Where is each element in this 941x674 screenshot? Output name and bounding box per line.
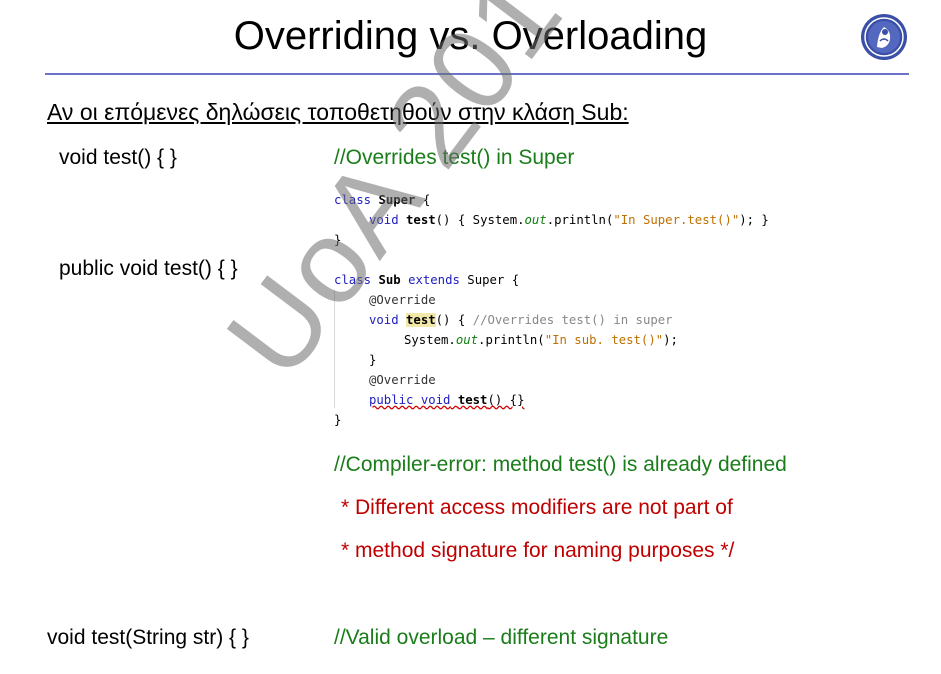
error-explanation-line1: * Different access modifiers are not par… [341, 496, 733, 519]
code-text: Super { [459, 273, 520, 287]
code-block-sub: class Sub extends Super { @Override void… [334, 270, 678, 430]
slide-title: Overriding vs. Overloading [233, 14, 708, 58]
code-field: out [524, 213, 547, 227]
code-class-name: Super [378, 193, 416, 207]
code-error-underline: public void test() {} [369, 393, 525, 407]
code-string: "In Super.test()" [613, 213, 740, 227]
code-text: () { System. [435, 213, 525, 227]
code-line: System.out.println("In sub. test()"); [334, 330, 678, 350]
code-line: void test() { System.out.println("In Sup… [334, 210, 769, 230]
code-keyword: public void [369, 393, 451, 407]
code-line: } [334, 413, 342, 427]
code-line: public void test() {} [334, 390, 678, 410]
code-annotation: @Override [369, 373, 436, 387]
code-text: .println( [478, 333, 545, 347]
code-text: System. [404, 333, 456, 347]
code-keyword: void [369, 213, 399, 227]
code-text: () { [435, 313, 473, 327]
declaration-void-test: void test() { } [59, 146, 177, 169]
code-keyword: void [369, 313, 399, 327]
code-method-name: test [457, 393, 488, 407]
code-line: } [369, 353, 377, 367]
code-text: ); } [739, 213, 769, 227]
code-annotation: @Override [369, 293, 436, 307]
error-explanation-line2: * method signature for naming purposes *… [341, 539, 735, 562]
declaration-public-void-test: public void test() { } [59, 257, 238, 280]
code-line: class Sub extends Super { [334, 270, 678, 290]
code-line: void test() { //Overrides test() in supe… [334, 310, 678, 330]
code-class-name: Sub [378, 273, 401, 287]
code-text: .println( [546, 213, 614, 227]
code-line: } [334, 233, 342, 247]
code-method-name: test [406, 213, 436, 227]
code-text: ); [663, 333, 678, 347]
code-text: () {} [487, 393, 525, 407]
title-divider [45, 73, 909, 75]
code-field: out [455, 333, 479, 347]
compiler-error-comment: //Compiler-error: method test() is alrea… [334, 453, 787, 476]
declaration-overload: void test(String str) { } [47, 626, 249, 649]
overload-comment: //Valid overload – different signature [334, 626, 669, 649]
code-method-name: test [406, 313, 436, 327]
code-comment: //Overrides test() in super [472, 313, 673, 327]
code-keyword: extends [408, 273, 460, 287]
intro-text: Αν οι επόμενες δηλώσεις τοποθετηθούν στη… [47, 99, 629, 125]
code-keyword: class [334, 273, 372, 287]
override-comment: //Overrides test() in Super [334, 146, 575, 169]
code-keyword: class [334, 193, 372, 207]
code-line: class Super { [334, 190, 769, 210]
code-block-super: class Super { void test() { System.out.p… [334, 190, 769, 250]
code-text: { [415, 193, 431, 207]
code-string: "In sub. test()" [544, 333, 664, 347]
university-seal-icon [861, 14, 907, 60]
